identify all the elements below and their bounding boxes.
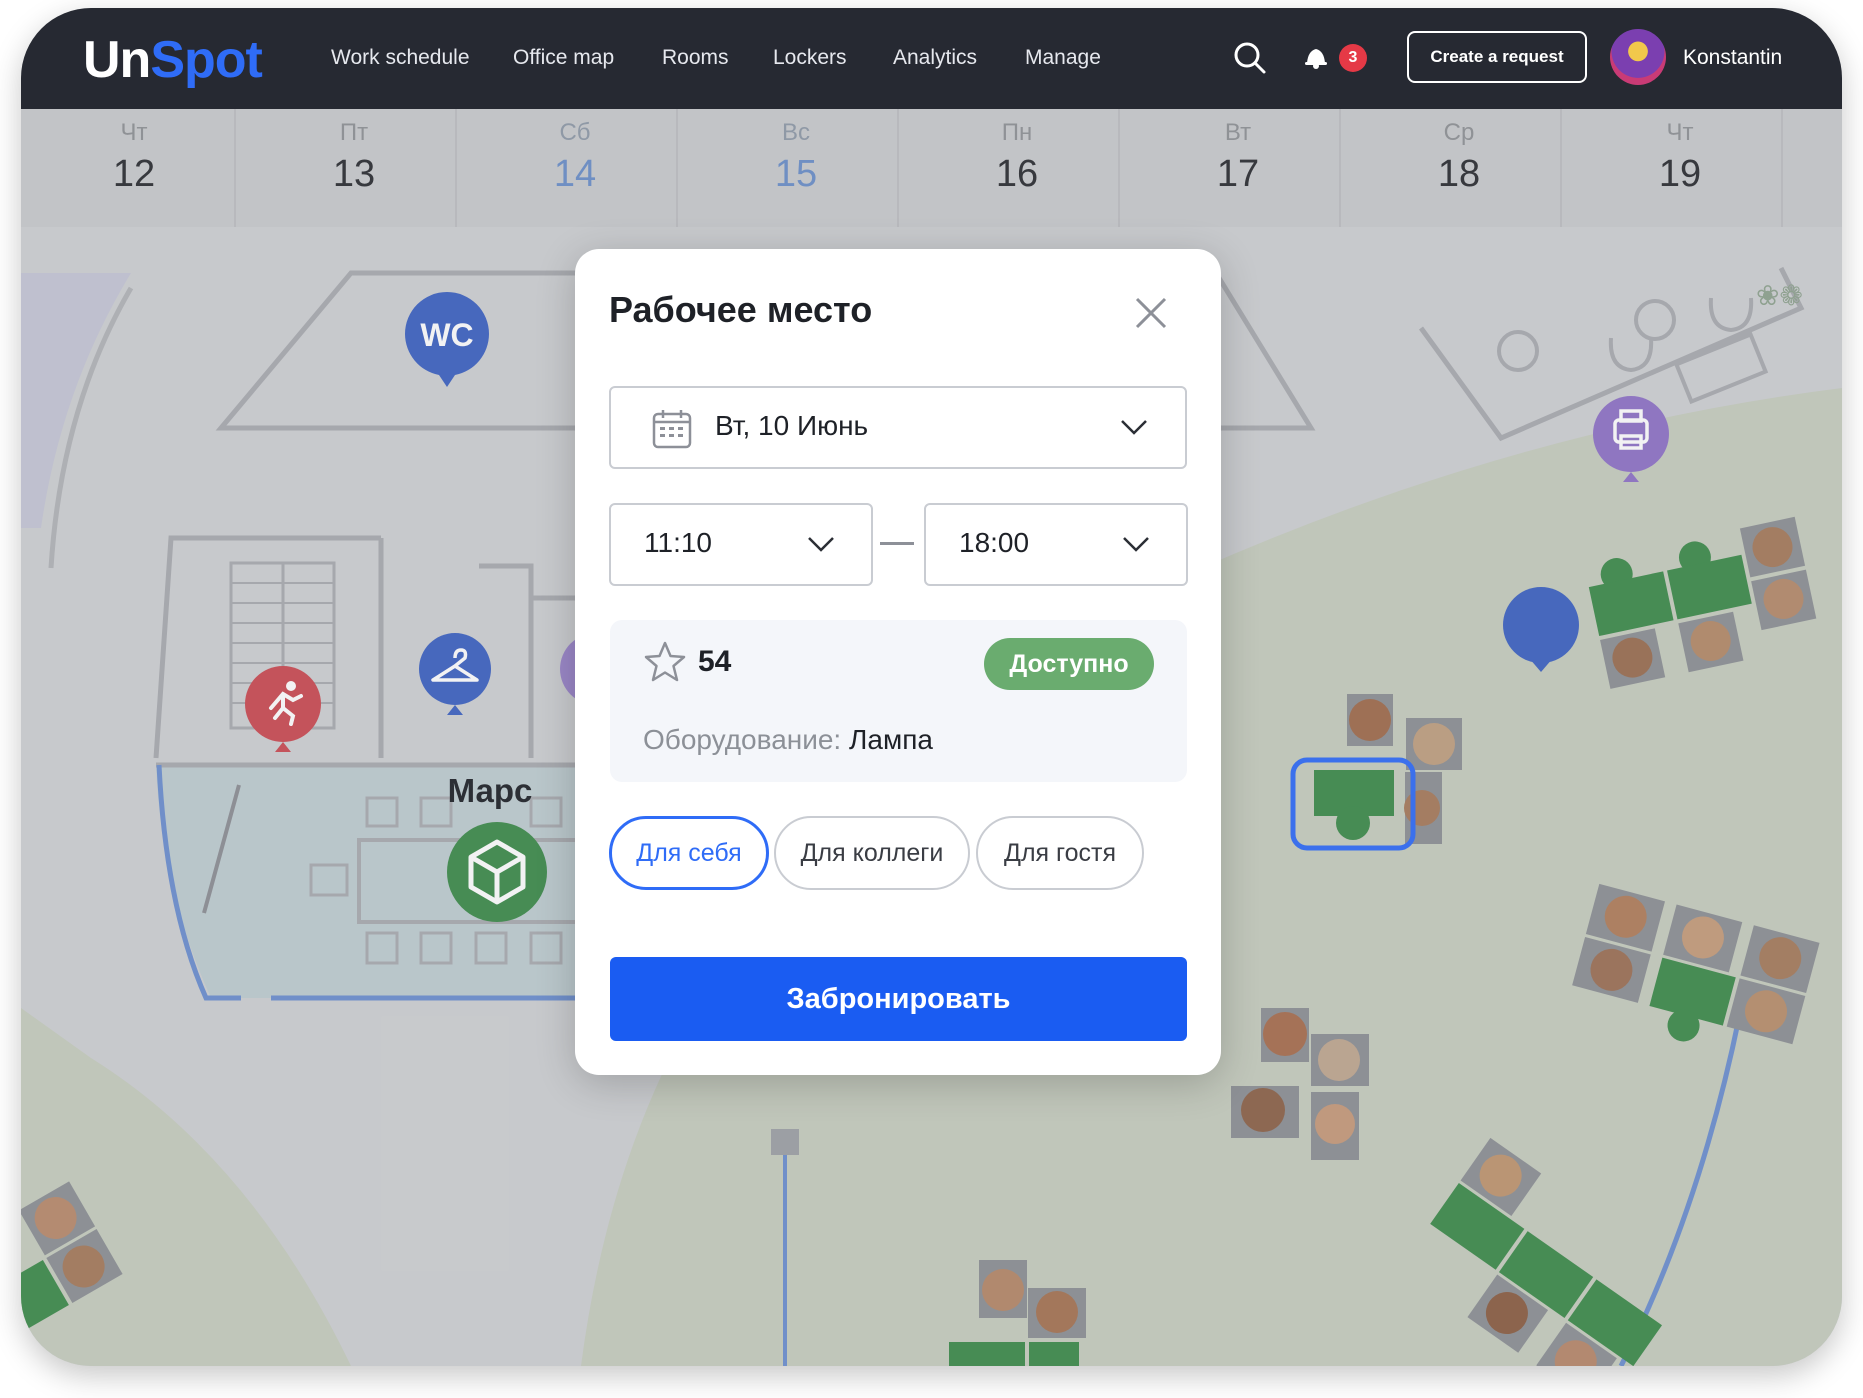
star-icon[interactable]	[643, 640, 687, 689]
time-to-value: 18:00	[959, 527, 1030, 558]
notification-count-badge: 3	[1339, 44, 1367, 72]
user-name[interactable]: Konstantin	[1683, 46, 1782, 70]
user-avatar[interactable]	[1610, 29, 1666, 85]
chevron-down-icon	[1119, 418, 1149, 441]
date-select-value: Вт, 10 Июнь	[715, 410, 869, 441]
calendar-icon	[651, 408, 693, 455]
seat-number: 54	[698, 645, 732, 678]
time-from-select[interactable]: 11:10	[609, 503, 873, 586]
modal-title: Рабочее место	[609, 289, 873, 330]
time-to-select[interactable]: 18:00	[924, 503, 1188, 586]
create-request-button[interactable]: Create a request	[1407, 31, 1587, 83]
nav-lockers[interactable]: Lockers	[773, 46, 847, 70]
chevron-down-icon	[806, 535, 836, 558]
availability-status-badge: Доступно	[984, 638, 1154, 690]
equipment-label: Оборудование:	[643, 724, 842, 755]
time-range-separator	[880, 542, 914, 545]
unspot-logo[interactable]: UnSpot	[83, 30, 263, 90]
nav-manage[interactable]: Manage	[1025, 46, 1101, 70]
search-icon[interactable]	[1233, 41, 1267, 75]
logo-text-spot: Spot	[150, 31, 263, 89]
bell-icon[interactable]	[1301, 42, 1331, 72]
nav-rooms[interactable]: Rooms	[662, 46, 729, 70]
logo-text-un: Un	[83, 31, 151, 89]
booking-for-colleague-option[interactable]: Для коллеги	[774, 816, 970, 890]
nav-office-map[interactable]: Office map	[513, 46, 614, 70]
book-button[interactable]: Забронировать	[610, 957, 1187, 1041]
booking-for-guest-option[interactable]: Для гостя	[976, 816, 1144, 890]
chevron-down-icon	[1121, 535, 1151, 558]
time-from-value: 11:10	[644, 527, 712, 558]
equipment-value: Лампа	[849, 724, 933, 755]
top-navigation-bar: UnSpot Work schedule Office map Rooms Lo…	[21, 8, 1842, 109]
close-icon[interactable]	[1131, 293, 1171, 333]
booking-for-self-option[interactable]: Для себя	[609, 816, 769, 890]
nav-analytics[interactable]: Analytics	[893, 46, 977, 70]
workplace-booking-modal: Рабочее место Вт, 10 Июнь 11:10 18:00 54…	[575, 249, 1221, 1075]
nav-work-schedule[interactable]: Work schedule	[331, 46, 470, 70]
date-select[interactable]: Вт, 10 Июнь	[609, 386, 1187, 469]
workplace-info-card: 54 Доступно Оборудование: Лампа	[610, 620, 1187, 782]
equipment-info: Оборудование: Лампа	[643, 724, 933, 756]
